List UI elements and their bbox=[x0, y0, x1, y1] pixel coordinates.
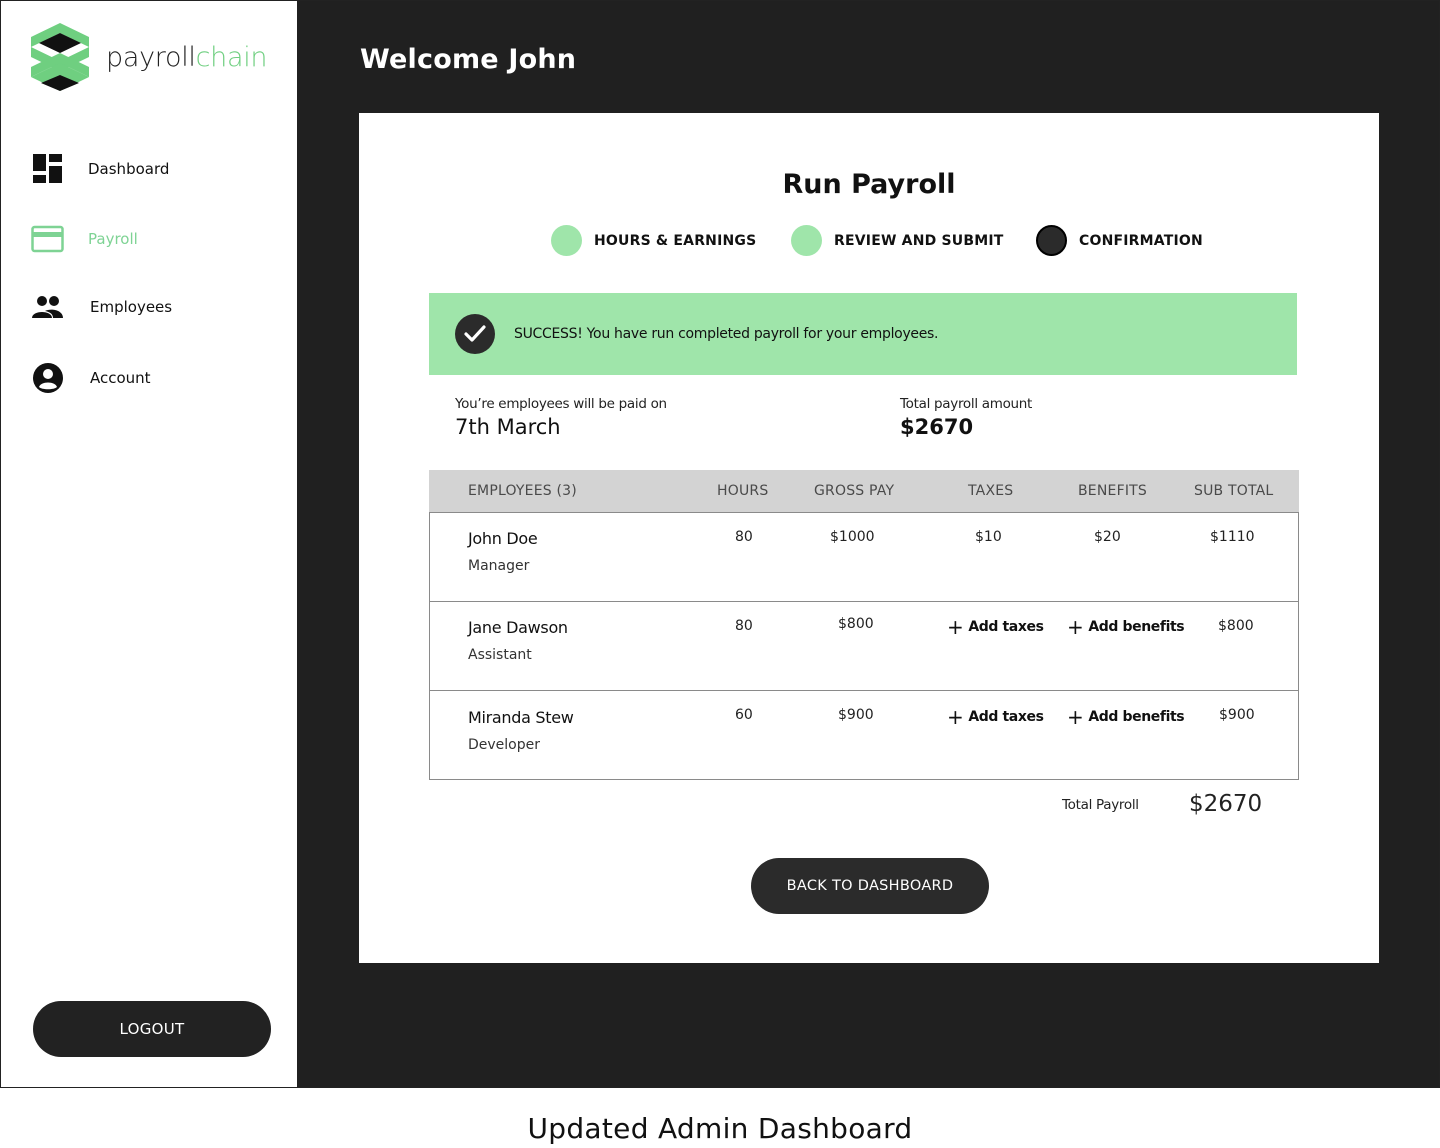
pay-date-label: You’re employees will be paid on bbox=[455, 396, 667, 412]
brand-name-part1: payroll bbox=[106, 41, 196, 73]
employee-gross-pay: $900 bbox=[838, 707, 874, 723]
column-header-benefits: BENEFITS bbox=[1078, 483, 1147, 499]
sidebar-item-label: Employees bbox=[90, 297, 173, 316]
account-circle-icon bbox=[31, 361, 64, 394]
step-complete-indicator bbox=[551, 225, 582, 256]
employee-benefits: $20 bbox=[1094, 529, 1121, 545]
back-to-dashboard-button[interactable]: BACK TO DASHBOARD bbox=[751, 858, 989, 914]
table-row[interactable]: John Doe Manager 80 $1000 $10 $20 $1110 bbox=[430, 512, 1298, 601]
employee-role: Developer bbox=[468, 737, 541, 753]
step-hours-earnings[interactable]: HOURS & EARNINGS bbox=[551, 225, 756, 256]
plus-icon: + bbox=[1067, 615, 1084, 639]
sidebar-item-account[interactable]: Account bbox=[31, 361, 151, 394]
app-frame: payrollchain Dashboard Payroll Employees bbox=[0, 0, 1440, 1088]
total-amount-value: $2670 bbox=[900, 415, 974, 439]
total-payroll-value: $2670 bbox=[1189, 791, 1263, 817]
employee-hours: 80 bbox=[735, 618, 753, 634]
table-row[interactable]: Miranda Stew Developer 60 $900 + Add taxe… bbox=[430, 690, 1298, 779]
success-banner: SUCCESS! You have run completed payroll … bbox=[429, 293, 1297, 375]
add-benefits-link[interactable]: + Add benefits bbox=[1067, 705, 1185, 729]
payroll-table: EMPLOYEES (3) HOURS GROSS PAY TAXES BENE… bbox=[429, 470, 1299, 780]
sidebar-item-dashboard[interactable]: Dashboard bbox=[31, 152, 169, 185]
dashboard-icon bbox=[31, 152, 64, 185]
welcome-heading: Welcome John bbox=[360, 44, 577, 75]
employee-name: Jane Dawson bbox=[468, 618, 568, 637]
step-label: CONFIRMATION bbox=[1079, 232, 1203, 249]
add-benefits-label: Add benefits bbox=[1088, 619, 1185, 635]
employee-gross-pay: $1000 bbox=[830, 529, 875, 545]
people-icon bbox=[31, 290, 64, 323]
employee-hours: 80 bbox=[735, 529, 753, 545]
add-taxes-link[interactable]: + Add taxes bbox=[947, 617, 1044, 637]
table-body: John Doe Manager 80 $1000 $10 $20 $1110 … bbox=[429, 512, 1299, 780]
employee-hours: 60 bbox=[735, 707, 753, 723]
step-review-submit[interactable]: REVIEW AND SUBMIT bbox=[791, 225, 1004, 256]
sidebar-item-employees[interactable]: Employees bbox=[31, 290, 172, 323]
step-label: HOURS & EARNINGS bbox=[594, 232, 757, 249]
plus-icon: + bbox=[947, 615, 964, 639]
checkmark-icon bbox=[455, 314, 495, 354]
success-message: SUCCESS! You have run completed payroll … bbox=[514, 326, 939, 342]
credit-card-icon bbox=[31, 222, 64, 255]
step-complete-indicator bbox=[791, 225, 822, 256]
table-header: EMPLOYEES (3) HOURS GROSS PAY TAXES BENE… bbox=[429, 470, 1299, 512]
figure-caption: Updated Admin Dashboard bbox=[527, 1112, 913, 1145]
employee-subtotal: $800 bbox=[1218, 618, 1254, 634]
plus-icon: + bbox=[1067, 705, 1084, 729]
add-benefits-label: Add benefits bbox=[1088, 709, 1185, 725]
column-header-hours: HOURS bbox=[717, 483, 769, 499]
page-title: Run Payroll bbox=[782, 169, 956, 200]
logout-button[interactable]: LOGOUT bbox=[33, 1001, 271, 1057]
payrollchain-logo-icon bbox=[31, 23, 89, 91]
pay-date-value: 7th March bbox=[455, 415, 561, 439]
employee-taxes: $10 bbox=[975, 529, 1002, 545]
add-taxes-link[interactable]: + Add taxes bbox=[947, 707, 1044, 727]
employee-name: Miranda Stew bbox=[468, 708, 574, 727]
employee-subtotal: $1110 bbox=[1210, 529, 1255, 545]
employee-role: Manager bbox=[468, 558, 530, 574]
column-header-taxes: TAXES bbox=[968, 483, 1014, 499]
sidebar: payrollchain Dashboard Payroll Employees bbox=[1, 1, 297, 1087]
brand-name-part2: chain bbox=[195, 41, 268, 73]
sidebar-item-label: Payroll bbox=[88, 229, 138, 248]
add-benefits-link[interactable]: + Add benefits bbox=[1067, 615, 1185, 639]
step-confirmation[interactable]: CONFIRMATION bbox=[1036, 225, 1203, 256]
run-payroll-card: Run Payroll HOURS & EARNINGS REVIEW AND … bbox=[359, 113, 1379, 963]
total-amount-label: Total payroll amount bbox=[900, 396, 1033, 412]
sidebar-item-payroll[interactable]: Payroll bbox=[31, 222, 138, 255]
column-header-subtotal: SUB TOTAL bbox=[1194, 483, 1274, 499]
total-payroll-label: Total Payroll bbox=[1062, 797, 1139, 813]
brand-logo[interactable]: payrollchain bbox=[31, 23, 268, 91]
employee-subtotal: $900 bbox=[1219, 707, 1255, 723]
sidebar-item-label: Account bbox=[90, 368, 151, 387]
employee-name: John Doe bbox=[468, 529, 538, 548]
column-header-employees: EMPLOYEES (3) bbox=[468, 483, 577, 499]
employee-role: Assistant bbox=[468, 647, 532, 663]
column-header-gross-pay: GROSS PAY bbox=[814, 483, 895, 499]
brand-name: payrollchain bbox=[106, 41, 268, 73]
add-taxes-label: Add taxes bbox=[968, 619, 1044, 635]
add-taxes-label: Add taxes bbox=[968, 709, 1044, 725]
employee-gross-pay: $800 bbox=[838, 616, 874, 632]
plus-icon: + bbox=[947, 705, 964, 729]
step-label: REVIEW AND SUBMIT bbox=[834, 232, 1004, 249]
sidebar-item-label: Dashboard bbox=[88, 159, 170, 178]
step-current-indicator bbox=[1036, 225, 1067, 256]
table-row[interactable]: Jane Dawson Assistant 80 $800 + Add taxes… bbox=[430, 601, 1298, 690]
